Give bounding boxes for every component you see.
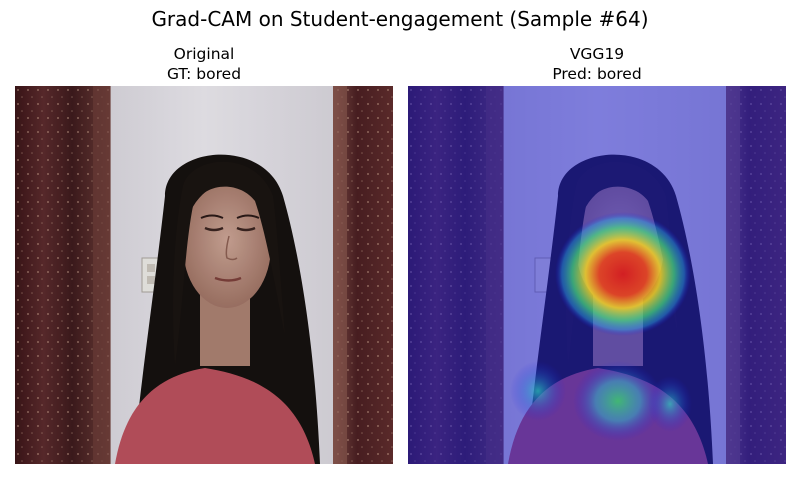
figure-title: Grad-CAM on Student-engagement (Sample #… xyxy=(151,7,649,31)
prediction-label: Pred: bored xyxy=(552,65,642,83)
heatmap-hotspot xyxy=(555,212,691,336)
gradcam-panel-title: VGG19 Pred: bored xyxy=(408,44,786,86)
ground-truth-label: GT: bored xyxy=(166,65,242,83)
original-panel: Original GT: bored xyxy=(15,44,393,464)
original-panel-title: Original GT: bored xyxy=(15,44,393,86)
gradcam-panel: VGG19 Pred: bored xyxy=(408,44,786,464)
original-model-label: Original xyxy=(173,45,235,63)
original-image xyxy=(15,86,393,464)
gradcam-image xyxy=(408,86,786,464)
model-name-label: VGG19 xyxy=(569,45,625,63)
heatmap-tertiary xyxy=(510,361,566,421)
